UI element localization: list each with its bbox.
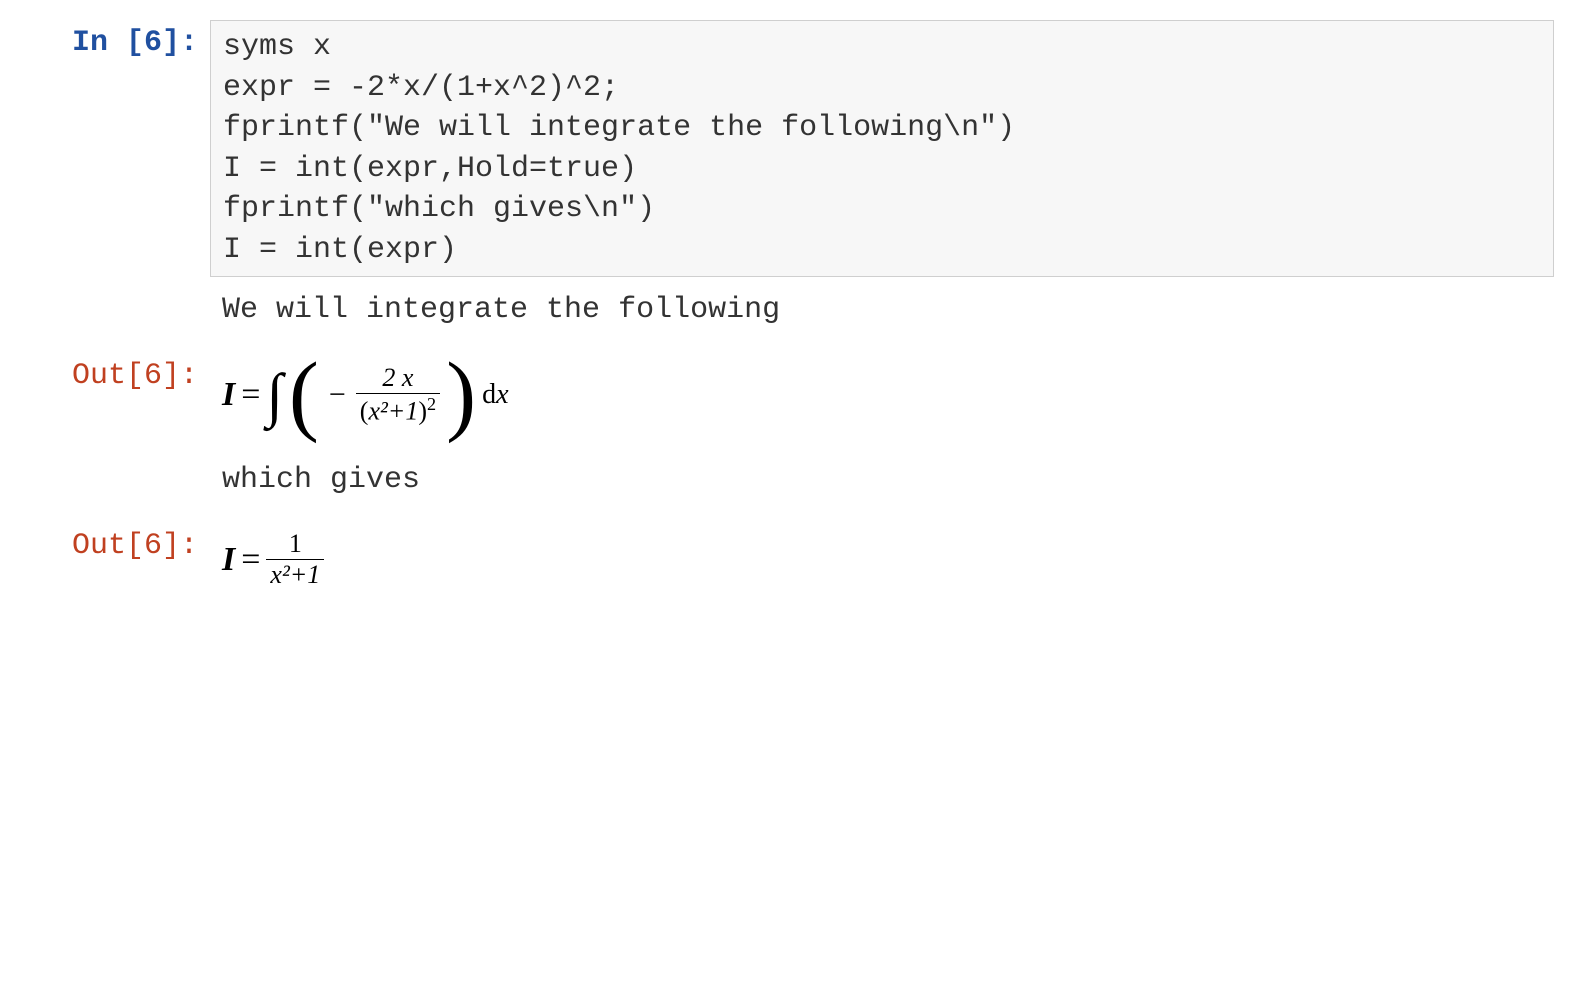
output-math-cell-1: Out[6]: I = ∫ ( − 2 x (x²+1)2 ) dx	[30, 353, 1554, 437]
result-numerator: 1	[285, 529, 306, 559]
integrand-denominator: (x²+1)2	[356, 393, 440, 427]
equals-sign-2: =	[241, 541, 260, 579]
code-input[interactable]: syms x expr = -2*x/(1+x^2)^2; fprintf("W…	[210, 20, 1554, 277]
integral-sign-icon: ∫	[266, 365, 282, 425]
output-text-cell-1: We will integrate the following	[30, 287, 1554, 333]
math-output-integral: I = ∫ ( − 2 x (x²+1)2 ) dx	[210, 353, 1554, 437]
input-prompt: In [6]:	[30, 20, 210, 60]
output-prompt-empty-2	[30, 457, 210, 463]
output-prompt-empty	[30, 287, 210, 293]
result-fraction: 1 x²+1	[266, 529, 324, 590]
output-text-cell-2: which gives	[30, 457, 1554, 503]
math-output-result: I = 1 x²+1	[210, 523, 1554, 596]
result-denominator: x²+1	[266, 559, 324, 590]
left-paren-icon: (	[289, 359, 319, 431]
output-prompt-2: Out[6]:	[30, 523, 210, 563]
right-paren-icon: )	[446, 359, 476, 431]
stdout-text-2: which gives	[210, 457, 1554, 503]
math-lhs-2: I	[222, 541, 235, 579]
differential: dx	[482, 379, 508, 411]
integrand-fraction: 2 x (x²+1)2	[356, 363, 440, 427]
minus-sign: −	[325, 378, 350, 412]
math-lhs: I	[222, 376, 235, 414]
stdout-text: We will integrate the following	[210, 287, 1554, 333]
output-math-cell-2: Out[6]: I = 1 x²+1	[30, 523, 1554, 596]
equals-sign: =	[241, 376, 260, 414]
input-cell: In [6]: syms x expr = -2*x/(1+x^2)^2; fp…	[30, 20, 1554, 277]
output-prompt: Out[6]:	[30, 353, 210, 393]
integrand-numerator: 2 x	[378, 363, 417, 393]
